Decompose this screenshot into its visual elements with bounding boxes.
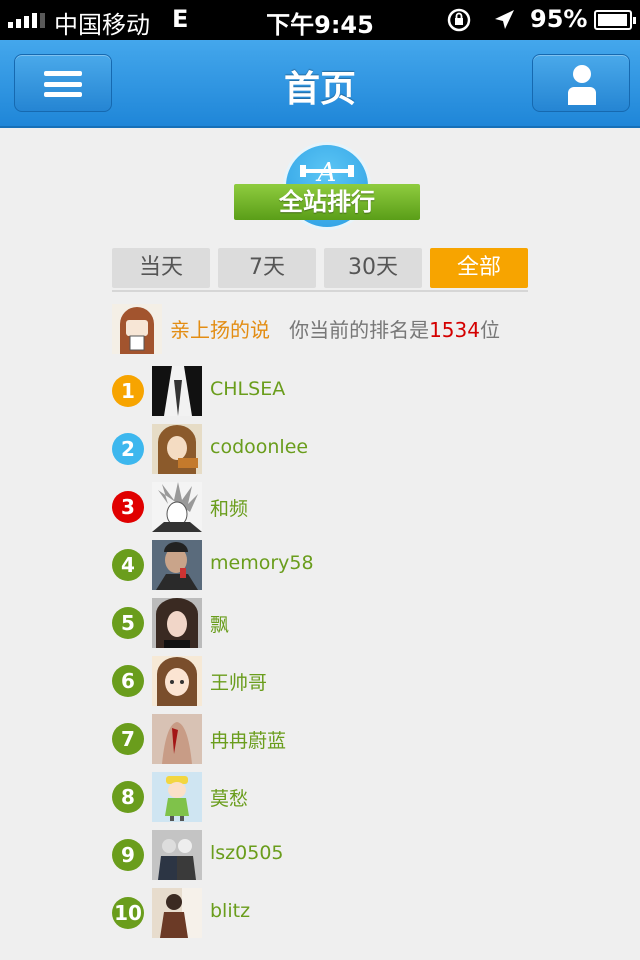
my-rank-value: 1534 bbox=[429, 318, 480, 342]
username[interactable]: 王帅哥 bbox=[210, 668, 267, 695]
user-icon bbox=[568, 65, 596, 105]
ranking-row[interactable]: 3 和频 bbox=[112, 482, 532, 532]
ranking-row[interactable]: 7 冉冉蔚蓝 bbox=[112, 714, 532, 764]
time-range-tabs: 当天 7天 30天 全部 bbox=[112, 248, 528, 288]
ranking-row[interactable]: 5 飘 bbox=[112, 598, 532, 648]
tab-7-days[interactable]: 7天 bbox=[218, 248, 316, 288]
username[interactable]: 莫愁 bbox=[210, 784, 248, 811]
my-ranking-row: 亲上扬的说 你当前的排名是1534位 bbox=[112, 304, 532, 354]
avatar[interactable] bbox=[152, 888, 202, 938]
username[interactable]: lsz0505 bbox=[210, 842, 284, 864]
battery-percent: 95% bbox=[530, 5, 588, 33]
my-avatar[interactable] bbox=[112, 304, 162, 354]
username[interactable]: 冉冉蔚蓝 bbox=[210, 726, 286, 753]
avatar[interactable] bbox=[152, 714, 202, 764]
rank-number-badge: 2 bbox=[112, 433, 144, 465]
rank-number-badge: 4 bbox=[112, 549, 144, 581]
avatar[interactable] bbox=[152, 366, 202, 416]
ranking-row[interactable]: 2 codoonlee bbox=[112, 424, 532, 474]
ranking-row[interactable]: 9 lsz0505 bbox=[112, 830, 532, 880]
my-rank-suffix: 位 bbox=[479, 318, 500, 342]
avatar[interactable] bbox=[152, 772, 202, 822]
location-arrow-icon bbox=[495, 10, 514, 29]
rank-number-badge: 5 bbox=[112, 607, 144, 639]
site-ranking-emblem: A 全站排行 bbox=[234, 142, 420, 234]
tab-today[interactable]: 当天 bbox=[112, 248, 210, 288]
username[interactable]: CHLSEA bbox=[210, 378, 285, 400]
ranking-row[interactable]: 1 CHLSEA bbox=[112, 366, 532, 416]
status-bar: 中国移动 E 下午9:45 95% bbox=[0, 0, 640, 40]
username[interactable]: blitz bbox=[210, 900, 250, 922]
avatar[interactable] bbox=[152, 540, 202, 590]
my-rank-prefix: 你当前的排名是 bbox=[289, 318, 430, 342]
avatar[interactable] bbox=[152, 598, 202, 648]
ranking-row[interactable]: 8 莫愁 bbox=[112, 772, 532, 822]
tab-30-days[interactable]: 30天 bbox=[324, 248, 422, 288]
ranking-row[interactable]: 6 王帅哥 bbox=[112, 656, 532, 706]
rank-number-badge: 8 bbox=[112, 781, 144, 813]
rank-number-badge: 10 bbox=[112, 897, 144, 929]
avatar[interactable] bbox=[152, 656, 202, 706]
username[interactable]: memory58 bbox=[210, 552, 314, 574]
my-ranking-text: 亲上扬的说 你当前的排名是1534位 bbox=[170, 314, 500, 343]
battery-icon bbox=[594, 10, 636, 30]
tabs-divider bbox=[112, 290, 528, 292]
rank-number-badge: 6 bbox=[112, 665, 144, 697]
username[interactable]: codoonlee bbox=[210, 436, 308, 458]
ranking-ribbon-label: 全站排行 bbox=[234, 184, 420, 220]
username[interactable]: 和频 bbox=[210, 494, 248, 521]
my-username[interactable]: 亲上扬的说 bbox=[170, 318, 270, 342]
avatar[interactable] bbox=[152, 424, 202, 474]
user-profile-button[interactable] bbox=[532, 54, 630, 112]
ranking-row[interactable]: 4 memory58 bbox=[112, 540, 532, 590]
rank-number-badge: 3 bbox=[112, 491, 144, 523]
rank-number-badge: 1 bbox=[112, 375, 144, 407]
rank-number-badge: 9 bbox=[112, 839, 144, 871]
nav-bar: 首页 bbox=[0, 40, 640, 128]
rank-number-badge: 7 bbox=[112, 723, 144, 755]
avatar[interactable] bbox=[152, 830, 202, 880]
avatar[interactable] bbox=[152, 482, 202, 532]
username[interactable]: 飘 bbox=[210, 610, 229, 637]
ranking-row[interactable]: 10 blitz bbox=[112, 888, 532, 938]
rotation-lock-icon bbox=[447, 8, 471, 32]
tab-all[interactable]: 全部 bbox=[430, 248, 528, 288]
